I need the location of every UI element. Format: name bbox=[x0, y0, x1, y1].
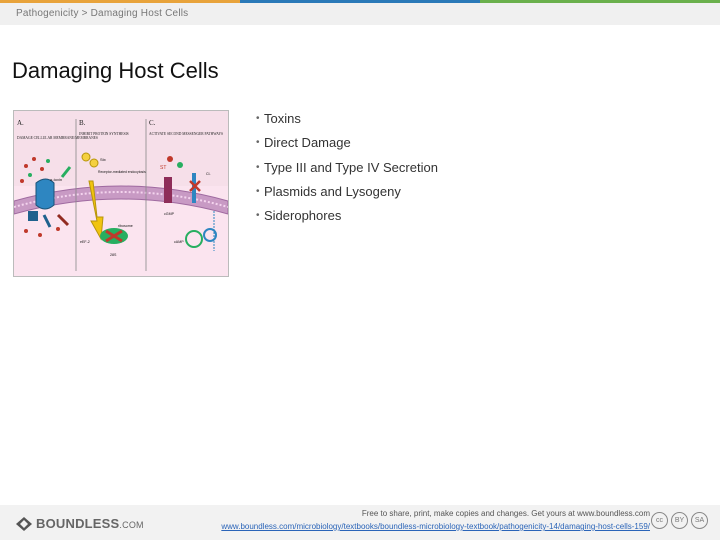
brand-suffix: .COM bbox=[119, 520, 144, 530]
slide-footer: BOUNDLESS.COM Free to share, print, make… bbox=[0, 505, 720, 540]
brand-name: BOUNDLESS.COM bbox=[36, 516, 144, 531]
bullet-item: • Toxins bbox=[256, 110, 438, 134]
endocytosis-label: Receptor-mediated endocytosis bbox=[98, 170, 146, 174]
brand-name-text: BOUNDLESS bbox=[36, 516, 120, 531]
chloride-label: Cl- bbox=[206, 172, 211, 176]
alpha-toxin-label: α-toxin bbox=[50, 177, 62, 182]
bullet-dot-icon: • bbox=[256, 210, 260, 222]
stx-label: Stx bbox=[100, 157, 106, 162]
boundless-logo: BOUNDLESS.COM bbox=[16, 516, 144, 531]
bullet-dot-icon: • bbox=[256, 113, 260, 124]
bullet-list: • Toxins • Direct Damage • Type III and Typ… bbox=[256, 110, 438, 231]
boundless-logo-icon bbox=[16, 516, 32, 531]
panel-c-letter: C. bbox=[149, 119, 156, 127]
rna-label: 28S bbox=[110, 253, 117, 257]
bullet-text: Toxins bbox=[264, 111, 301, 126]
ef2-label: eEF-2 bbox=[80, 240, 90, 244]
bullet-text: Plasmids and Lysogeny bbox=[264, 183, 401, 199]
bullet-dot-icon: • bbox=[256, 137, 260, 149]
bullet-item: • Siderophores bbox=[256, 207, 438, 231]
bullet-text: Direct Damage bbox=[264, 135, 351, 151]
cgmp-label: cGMP bbox=[164, 212, 175, 216]
slide-title: Damaging Host Cells bbox=[12, 58, 219, 83]
st-label: ST bbox=[160, 165, 166, 171]
figure-illustration: A. DAMAGE CELLULAR MEMBRANE/MEMBRANES B.… bbox=[14, 111, 228, 276]
cc-license-icons[interactable]: cc BY SA bbox=[651, 512, 708, 529]
bullet-text: Type III and Type IV Secretion bbox=[264, 159, 438, 175]
panel-a-letter: A. bbox=[17, 119, 24, 127]
breadcrumb: Pathogenicity > Damaging Host Cells bbox=[16, 8, 189, 19]
license-note: Free to share, print, make copies and ch… bbox=[361, 509, 650, 518]
panel-c-caption: ACTIVATE SECOND MESSENGER PATHWAYS bbox=[149, 132, 223, 136]
panel-b-letter: B. bbox=[79, 119, 86, 127]
source-link[interactable]: www.boundless.com/microbiology/textbooks… bbox=[221, 522, 650, 531]
bullet-item: • Direct Damage bbox=[256, 134, 438, 158]
bullet-text: Siderophores bbox=[264, 208, 342, 224]
bullet-item: • Plasmids and Lysogeny bbox=[256, 183, 438, 207]
cc-by-icon: BY bbox=[671, 512, 688, 529]
ribosome-label: ribosome bbox=[118, 224, 133, 228]
panel-b-caption: INHIBIT PROTEIN SYNTHESIS bbox=[79, 132, 129, 136]
cc-icon: cc bbox=[651, 512, 668, 529]
slide-header: Pathogenicity > Damaging Host Cells bbox=[0, 3, 720, 25]
bullet-item: • Type III and Type IV Secretion bbox=[256, 159, 438, 183]
camp-label: cAMP bbox=[174, 240, 184, 244]
toxin-mechanism-figure: A. DAMAGE CELLULAR MEMBRANE/MEMBRANES B.… bbox=[13, 110, 229, 277]
bullet-dot-icon: • bbox=[256, 161, 260, 173]
cc-sa-icon: SA bbox=[691, 512, 708, 529]
bullet-dot-icon: • bbox=[256, 185, 260, 197]
panel-a-caption: DAMAGE CELLULAR MEMBRANE/MEMBRANES bbox=[17, 136, 98, 140]
